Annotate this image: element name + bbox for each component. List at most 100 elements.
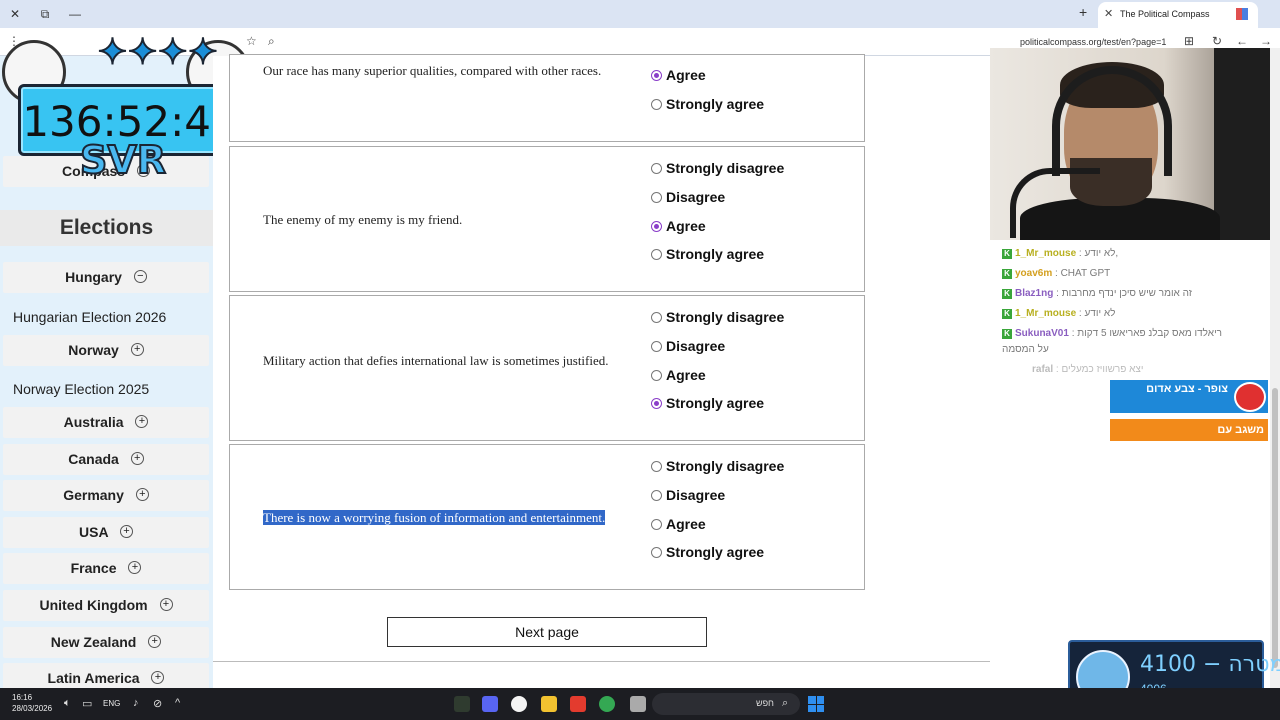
chat-message: K SukunaV01 : ריאלדו מאס קבלנ פאריאשו 5 ד… (1002, 328, 1222, 339)
expand-icon[interactable]: + (148, 635, 162, 648)
chat-message: על המסמה (1002, 344, 1049, 355)
expand-icon[interactable]: + (135, 488, 149, 501)
expand-icon[interactable]: + (130, 452, 144, 465)
radio-icon[interactable] (651, 490, 662, 501)
chat-text: : לא יודע (1078, 308, 1116, 319)
option-strongly-agree[interactable]: Strongly agree (651, 543, 764, 561)
option-strongly-agree[interactable]: Strongly agree (651, 394, 764, 412)
minimize-window-icon[interactable]: — (66, 5, 84, 23)
radio-icon[interactable] (651, 163, 662, 174)
new-tab-icon[interactable]: + (1079, 4, 1087, 20)
elections-heading: Elections (0, 210, 213, 246)
scrollbar-thumb[interactable] (1272, 388, 1278, 668)
media-player-icon[interactable] (511, 696, 527, 712)
windows-start-icon[interactable] (808, 696, 824, 712)
language-indicator[interactable]: ENG (103, 699, 120, 708)
option-disagree[interactable]: Disagree (651, 486, 725, 504)
sidebar-item-label: Canada (68, 451, 119, 467)
sidebar-item-united-kingdom[interactable]: United Kingdom + (3, 590, 209, 621)
radio-icon[interactable] (651, 519, 662, 530)
system-clock[interactable]: 16:16 28/03/2026 (12, 692, 52, 714)
back-icon[interactable]: ← (1236, 34, 1248, 48)
sidebar-item-germany[interactable]: Germany + (3, 480, 209, 511)
radio-selected-icon[interactable] (651, 221, 662, 232)
chat-user: 1_Mr_mouse (1015, 248, 1077, 259)
next-page-button[interactable]: Next page (387, 617, 707, 647)
question-text: The enemy of my enemy is my friend. (263, 212, 463, 227)
close-tab-icon[interactable]: ✕ (1104, 2, 1113, 26)
chevron-up-icon[interactable]: ^ (175, 697, 180, 709)
option-strongly-disagree[interactable]: Strongly disagree (651, 457, 784, 475)
radio-icon[interactable] (651, 192, 662, 203)
screen: ✕ ⧉ — + ✕ The Political Compass ⋮ ☆ ⌕ po… (0, 0, 1280, 720)
sidebar-item-norway[interactable]: Norway + (3, 335, 209, 366)
bookmark-star-icon[interactable]: ☆ (246, 34, 257, 48)
chat-user: Blaz1ng (1015, 288, 1054, 299)
option-agree[interactable]: Agree (651, 515, 706, 533)
sidebar-item-canada[interactable]: Canada + (3, 444, 209, 475)
option-strongly-agree[interactable]: Strongly agree (651, 245, 764, 263)
tab-political-compass[interactable]: ✕ The Political Compass (1098, 2, 1258, 28)
expand-icon[interactable]: + (135, 415, 149, 428)
sidebar-item-new-zealand[interactable]: New Zealand + (3, 627, 209, 658)
sidebar-item-usa[interactable]: USA + (3, 517, 209, 548)
option-agree[interactable]: Agree (651, 217, 706, 235)
network-icon[interactable]: ▭ (82, 697, 92, 710)
forward-icon[interactable]: → (1260, 34, 1272, 48)
reload-icon[interactable]: ↻ (1212, 34, 1222, 48)
radio-selected-icon[interactable] (651, 398, 662, 409)
zoom-icon[interactable]: ⌕ (268, 34, 275, 49)
clock-time: 16:16 (12, 693, 33, 702)
radio-icon[interactable] (651, 547, 662, 558)
red-alert-banner: צופר - צבע אדום (1110, 380, 1268, 413)
option-agree[interactable]: Agree (651, 366, 706, 384)
tab-title: The Political Compass (1120, 9, 1210, 19)
radio-icon[interactable] (651, 312, 662, 323)
radio-icon[interactable] (651, 370, 662, 381)
volume-icon[interactable]: 🔈︎ (64, 697, 71, 710)
option-agree[interactable]: Agree (651, 66, 706, 84)
option-label: Disagree (666, 189, 726, 205)
app-icon[interactable] (630, 696, 646, 712)
restore-window-icon[interactable]: ⧉ (36, 5, 54, 23)
app-icon[interactable] (454, 696, 470, 712)
collapse-icon[interactable]: − (133, 270, 147, 283)
radio-icon[interactable] (651, 461, 662, 472)
expand-icon[interactable]: + (159, 598, 173, 611)
app-icon[interactable] (570, 696, 586, 712)
taskbar-search[interactable] (652, 693, 800, 715)
link-hungarian-election[interactable]: Hungarian Election 2026 (13, 309, 166, 325)
sidebar-item-hungary[interactable]: Hungary − (3, 262, 209, 293)
file-explorer-icon[interactable] (541, 696, 557, 712)
sidebar-item-australia[interactable]: Australia + (3, 407, 209, 438)
expand-icon[interactable]: + (119, 525, 133, 538)
quiz-main: Our race has many superior qualities, co… (213, 54, 990, 688)
sidebar-item-france[interactable]: France + (3, 553, 209, 584)
option-strongly-disagree[interactable]: Strongly disagree (651, 159, 784, 177)
option-label: Strongly agree (666, 246, 765, 262)
radio-icon[interactable] (651, 249, 662, 260)
sidebar-item-label: France (70, 560, 117, 576)
expand-icon[interactable]: + (151, 671, 165, 684)
link-norway-election[interactable]: Norway Election 2025 (13, 381, 149, 397)
sidebar-item-label: Norway (68, 342, 119, 358)
discord-icon[interactable] (482, 696, 498, 712)
chrome-icon[interactable] (599, 696, 615, 712)
option-strongly-agree[interactable]: Strongly agree (651, 95, 764, 113)
radio-icon[interactable] (651, 99, 662, 110)
url-field[interactable]: politicalcompass.org/test/en?page=1 (1020, 37, 1166, 47)
radio-selected-icon[interactable] (651, 70, 662, 81)
page-scrollbar[interactable] (1270, 48, 1280, 688)
expand-icon[interactable]: + (130, 343, 144, 356)
mic-icon[interactable]: ♪ (133, 697, 139, 709)
close-window-icon[interactable]: ✕ (6, 5, 24, 23)
expand-icon[interactable]: + (128, 561, 142, 574)
option-label: Strongly agree (666, 395, 765, 411)
option-disagree[interactable]: Disagree (651, 188, 725, 206)
radio-icon[interactable] (651, 341, 662, 352)
option-strongly-disagree[interactable]: Strongly disagree (651, 308, 784, 326)
translate-icon[interactable]: ⊞ (1184, 34, 1194, 48)
sidebar-item-label: United Kingdom (39, 597, 148, 613)
option-disagree[interactable]: Disagree (651, 337, 725, 355)
notifications-icon[interactable]: ⊘ (153, 697, 162, 710)
